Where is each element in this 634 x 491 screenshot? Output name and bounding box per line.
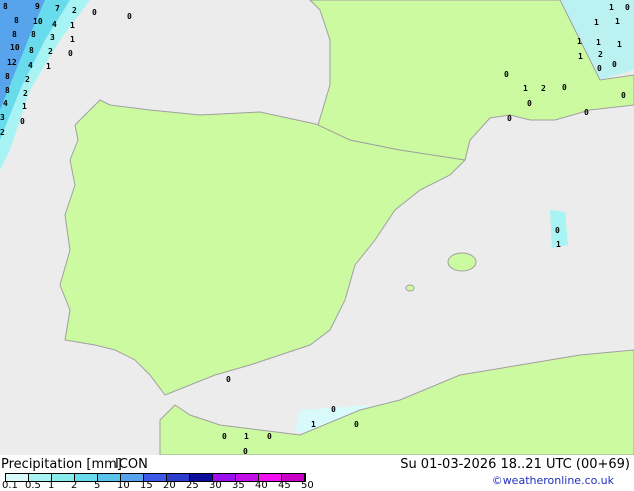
scale-tick: 0.1 xyxy=(2,480,18,491)
precip-value-label: 10 xyxy=(33,17,43,26)
scale-tick: 1 xyxy=(48,480,55,491)
legend-title: Precipitation [mm] xyxy=(1,457,122,472)
precip-value-label: 1 xyxy=(523,84,528,93)
precip-value-label: 0 xyxy=(612,60,617,69)
precip-value-label: 0 xyxy=(92,8,97,17)
map-layer xyxy=(0,0,634,456)
scale-tick: 45 xyxy=(278,480,291,491)
precip-value-label: 2 xyxy=(541,84,546,93)
precip-value-label: 0 xyxy=(621,91,626,100)
precip-value-label: 0 xyxy=(20,117,25,126)
scale-tick: 0.5 xyxy=(25,480,41,491)
precip-value-label: 3 xyxy=(50,33,55,42)
precip-value-label: 0 xyxy=(267,432,272,441)
precip-value-label: 0 xyxy=(555,226,560,235)
precip-value-label: 1 xyxy=(244,432,249,441)
precip-value-label: 1 xyxy=(311,420,316,429)
precip-value-label: 2 xyxy=(598,50,603,59)
precip-value-label: 2 xyxy=(48,47,53,56)
precip-value-label: 12 xyxy=(7,58,17,67)
ibiza xyxy=(405,284,415,292)
legend: Precipitation [mm] ICON Su 01-03-2026 18… xyxy=(0,455,634,491)
scale-tick: 10 xyxy=(117,480,130,491)
precip-value-label: 1 xyxy=(609,3,614,12)
precip-value-label: 0 xyxy=(354,420,359,429)
precip-value-label: 1 xyxy=(615,17,620,26)
precip-value-label: 1 xyxy=(70,35,75,44)
precip-value-label: 2 xyxy=(0,128,5,137)
precip-value-label: 9 xyxy=(35,2,40,11)
precip-value-label: 1 xyxy=(617,40,622,49)
precip-value-label: 0 xyxy=(504,70,509,79)
precip-value-label: 0 xyxy=(507,114,512,123)
precip-value-label: 1 xyxy=(596,38,601,47)
precip-value-label: 0 xyxy=(597,64,602,73)
mallorca xyxy=(447,252,477,272)
precip-value-label: 1 xyxy=(594,18,599,27)
scale-tick: 30 xyxy=(209,480,222,491)
precip-value-label: 4 xyxy=(28,61,33,70)
scale-tick: 35 xyxy=(232,480,245,491)
precip-value-label: 8 xyxy=(12,30,17,39)
scale-tick: 5 xyxy=(94,480,101,491)
land-masses xyxy=(59,0,634,456)
precip-value-label: 1 xyxy=(70,21,75,30)
scale-tick: 50 xyxy=(301,480,314,491)
precip-value-label: 0 xyxy=(584,108,589,117)
precip-value-label: 1 xyxy=(577,37,582,46)
precip-value-label: 2 xyxy=(23,89,28,98)
precip-value-label: 0 xyxy=(222,432,227,441)
scale-tick: 2 xyxy=(71,480,78,491)
precip-value-label: 0 xyxy=(68,49,73,58)
precip-value-label: 1 xyxy=(578,52,583,61)
credit-link[interactable]: ©weatheronline.co.uk xyxy=(492,474,614,487)
precip-value-label: 7 xyxy=(55,4,60,13)
precip-value-label: 0 xyxy=(127,12,132,21)
precip-value-label: 8 xyxy=(31,30,36,39)
scale-tick: 20 xyxy=(163,480,176,491)
precip-value-label: 1 xyxy=(46,62,51,71)
precip-value-label: 10 xyxy=(10,43,20,52)
precip-value-label: 8 xyxy=(29,46,34,55)
precipitation-map: 8 9 7 2 0 0 8 10 4 1 8 8 3 1 10 8 2 0 12 4 1 8 2 8 2 4 1 3 0 2 1 0 1 1 1 1 1… xyxy=(0,0,634,456)
precip-value-label: 4 xyxy=(3,99,8,108)
valid-time: Su 01-03-2026 18..21 UTC (00+69) xyxy=(400,457,630,472)
precip-value-label: 8 xyxy=(5,86,10,95)
scale-tick: 40 xyxy=(255,480,268,491)
model-name: ICON xyxy=(115,457,148,472)
precip-value-label: 0 xyxy=(562,83,567,92)
precip-value-label: 0 xyxy=(226,375,231,384)
precip-value-label: 0 xyxy=(625,3,630,12)
precip-value-label: 8 xyxy=(5,72,10,81)
scale-tick: 15 xyxy=(140,480,153,491)
precip-value-label: 0 xyxy=(527,99,532,108)
precip-value-label: 2 xyxy=(72,6,77,15)
precip-value-label: 1 xyxy=(22,102,27,111)
precip-value-label: 3 xyxy=(0,113,5,122)
precip-value-label: 4 xyxy=(52,20,57,29)
precip-value-label: 2 xyxy=(25,75,30,84)
precip-value-label: 8 xyxy=(14,16,19,25)
precip-value-label: 8 xyxy=(3,2,8,11)
precip-value-label: 1 xyxy=(556,240,561,249)
scale-tick: 25 xyxy=(186,480,199,491)
precip-value-label: 0 xyxy=(331,405,336,414)
